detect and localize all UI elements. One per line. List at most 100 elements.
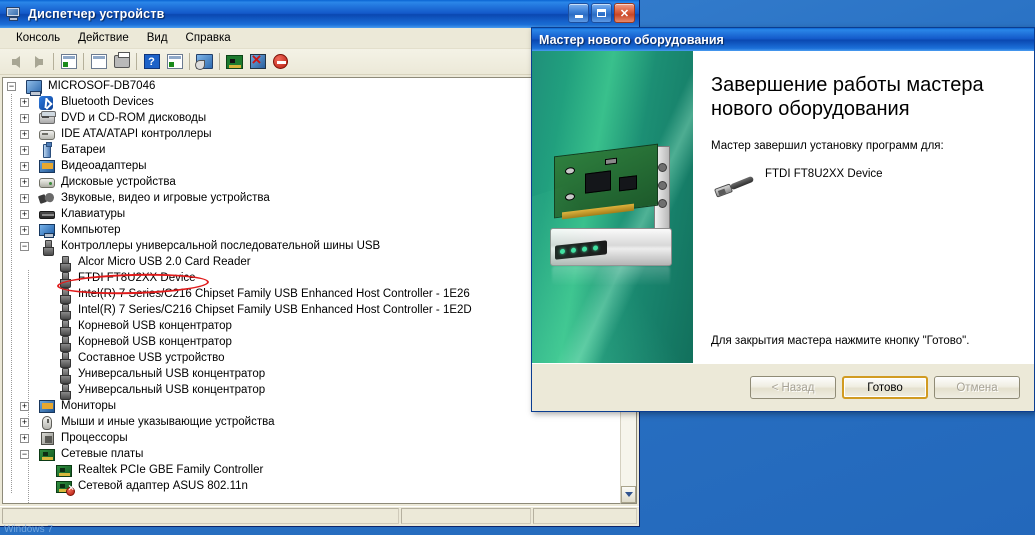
- tree-item[interactable]: Корневой USB концентратор: [3, 334, 620, 352]
- scan-hardware-icon: [195, 54, 213, 70]
- wizard-titlebar[interactable]: Мастер нового оборудования: [532, 28, 1034, 51]
- tree-item[interactable]: + Звуковые, видео и игровые устройства: [3, 190, 620, 206]
- close-button[interactable]: ✕: [614, 3, 635, 23]
- error-badge-icon: [66, 484, 75, 496]
- tree-item[interactable]: − Контроллеры универсальной последователь…: [3, 238, 620, 256]
- device-card-icon: [226, 54, 243, 69]
- tree-item-label: Alcor Micro USB 2.0 Card Reader: [78, 256, 251, 268]
- menu-action[interactable]: Действие: [70, 30, 137, 46]
- tree-item[interactable]: + IDE ATA/ATAPI контроллеры: [3, 126, 620, 142]
- tree-item[interactable]: + Дисковые устройства: [3, 174, 620, 190]
- usb-device-icon: [56, 319, 73, 336]
- scan-hardware-changes-button[interactable]: [193, 51, 216, 73]
- expand-toggle[interactable]: +: [20, 177, 29, 187]
- print-button[interactable]: [110, 51, 133, 73]
- tree-item[interactable]: Intel(R) 7 Series/C216 Chipset Family US…: [3, 302, 620, 320]
- forward-button[interactable]: [27, 51, 50, 73]
- processor-icon: [39, 431, 56, 446]
- collapse-toggle[interactable]: −: [7, 81, 16, 91]
- minimize-button[interactable]: [568, 3, 589, 23]
- computer-icon: [5, 6, 23, 22]
- tree-item[interactable]: − MICROSOF-DB7046: [3, 78, 620, 96]
- tree-item[interactable]: Универсальный USB концентратор: [3, 382, 620, 400]
- tree-item[interactable]: Intel(R) 7 Series/C216 Chipset Family US…: [3, 286, 620, 304]
- back-button[interactable]: [4, 51, 27, 73]
- tree-guide-line: [28, 270, 29, 430]
- tree-item[interactable]: FTDI FT8U2XX Device: [3, 270, 620, 288]
- disk-drive-icon: [39, 175, 56, 190]
- tree-item-label: MICROSOF-DB7046: [48, 80, 156, 92]
- cancel-button[interactable]: Отмена: [934, 376, 1020, 399]
- tree-item[interactable]: + Видеоадаптеры: [3, 158, 620, 174]
- tree-item-label: Сетевой адаптер ASUS 802.11n: [78, 480, 248, 492]
- expand-toggle[interactable]: +: [20, 433, 29, 443]
- uninstall-red-x-icon: [249, 51, 266, 69]
- tree-item[interactable]: Универсальный USB концентратор: [3, 366, 620, 384]
- uninstall-device-button[interactable]: [246, 51, 269, 73]
- tree-item[interactable]: Сетевой адаптер ASUS 802.11n: [3, 478, 620, 496]
- back-button[interactable]: < Назад: [750, 376, 836, 399]
- usb-device-icon: [56, 271, 73, 288]
- expand-toggle[interactable]: +: [20, 161, 29, 171]
- printer-icon: [113, 52, 130, 68]
- wizard-close-info: Для закрытия мастера нажмите кнопку "Гот…: [711, 335, 970, 347]
- tree-item[interactable]: + Мониторы: [3, 398, 620, 414]
- finish-button[interactable]: Готово: [842, 376, 928, 399]
- tree-item[interactable]: Alcor Micro USB 2.0 Card Reader: [3, 254, 620, 272]
- toolbar-separator: [53, 53, 54, 70]
- show-hide-console-tree-button[interactable]: [57, 51, 80, 73]
- tree-item[interactable]: + DVD и CD-ROM дисководы: [3, 110, 620, 126]
- pci-edge-connector: [562, 203, 634, 220]
- device-manager-titlebar[interactable]: Диспетчер устройств ✕: [0, 0, 639, 28]
- tree-item-label: Intel(R) 7 Series/C216 Chipset Family US…: [78, 288, 470, 300]
- device-tree: − MICROSOF-DB7046 + Bluetooth Devices + DVD и…: [3, 78, 620, 503]
- usb-controller-icon: [39, 239, 56, 256]
- tree-item[interactable]: + Bluetooth Devices: [3, 94, 620, 110]
- tree-item[interactable]: Составное USB устройство: [3, 350, 620, 368]
- menu-console[interactable]: Консоль: [8, 30, 68, 46]
- minimize-icon: [574, 15, 583, 18]
- device-box-icon: [550, 228, 672, 266]
- device-tree-pane[interactable]: − MICROSOF-DB7046 + Bluetooth Devices + DVD и…: [2, 77, 620, 504]
- tree-item-label: FTDI FT8U2XX Device: [78, 272, 196, 284]
- usb-device-icon: [56, 367, 73, 384]
- maximize-button[interactable]: [591, 3, 612, 23]
- tree-item[interactable]: + Мыши и иные указывающие устройства: [3, 414, 620, 430]
- tree-item-label: Составное USB устройство: [78, 352, 225, 364]
- collapse-toggle[interactable]: −: [20, 241, 29, 251]
- menu-view[interactable]: Вид: [139, 30, 176, 46]
- tree-item[interactable]: + Компьютер: [3, 222, 620, 238]
- help-icon: ?: [143, 54, 160, 69]
- tree-item-label: IDE ATA/ATAPI контроллеры: [61, 128, 212, 140]
- computer-node-icon: [39, 223, 56, 238]
- network-adapter-icon: [39, 447, 56, 462]
- help-button[interactable]: ?: [140, 51, 163, 73]
- monitor-icon: [39, 399, 56, 414]
- expand-toggle[interactable]: +: [20, 113, 29, 123]
- expand-toggle[interactable]: +: [20, 193, 29, 203]
- menu-help[interactable]: Справка: [178, 30, 239, 46]
- tree-item-label: Батареи: [61, 144, 106, 156]
- tree-item[interactable]: + Клавиатуры: [3, 206, 620, 222]
- left-arrow-icon: [11, 55, 20, 68]
- scroll-down-button[interactable]: [621, 486, 636, 503]
- tree-item[interactable]: Realtek PCIe GBE Family Controller: [3, 462, 620, 478]
- expand-toggle[interactable]: +: [20, 225, 29, 235]
- expand-toggle[interactable]: +: [20, 145, 29, 155]
- found-new-hardware-wizard-dialog: Мастер нового оборудования Завершение ра…: [531, 27, 1035, 412]
- tree-item[interactable]: + Батареи: [3, 141, 620, 158]
- properties-button[interactable]: [87, 51, 110, 73]
- wizard-side-banner: [532, 51, 693, 363]
- tree-item-label: Корневой USB концентратор: [78, 336, 232, 348]
- disable-device-button[interactable]: [269, 51, 292, 73]
- update-driver-button[interactable]: [223, 51, 246, 73]
- view-button[interactable]: [163, 51, 186, 73]
- expand-toggle[interactable]: +: [20, 97, 29, 107]
- tree-item[interactable]: Корневой USB концентратор: [3, 318, 620, 336]
- ide-controller-icon: [39, 127, 56, 142]
- tree-item[interactable]: − Сетевые платы: [3, 446, 620, 462]
- tree-item[interactable]: + Процессоры: [3, 430, 620, 446]
- installed-device-row: FTDI FT8U2XX Device: [713, 166, 1014, 202]
- expand-toggle[interactable]: +: [20, 129, 29, 139]
- expand-toggle[interactable]: +: [20, 209, 29, 219]
